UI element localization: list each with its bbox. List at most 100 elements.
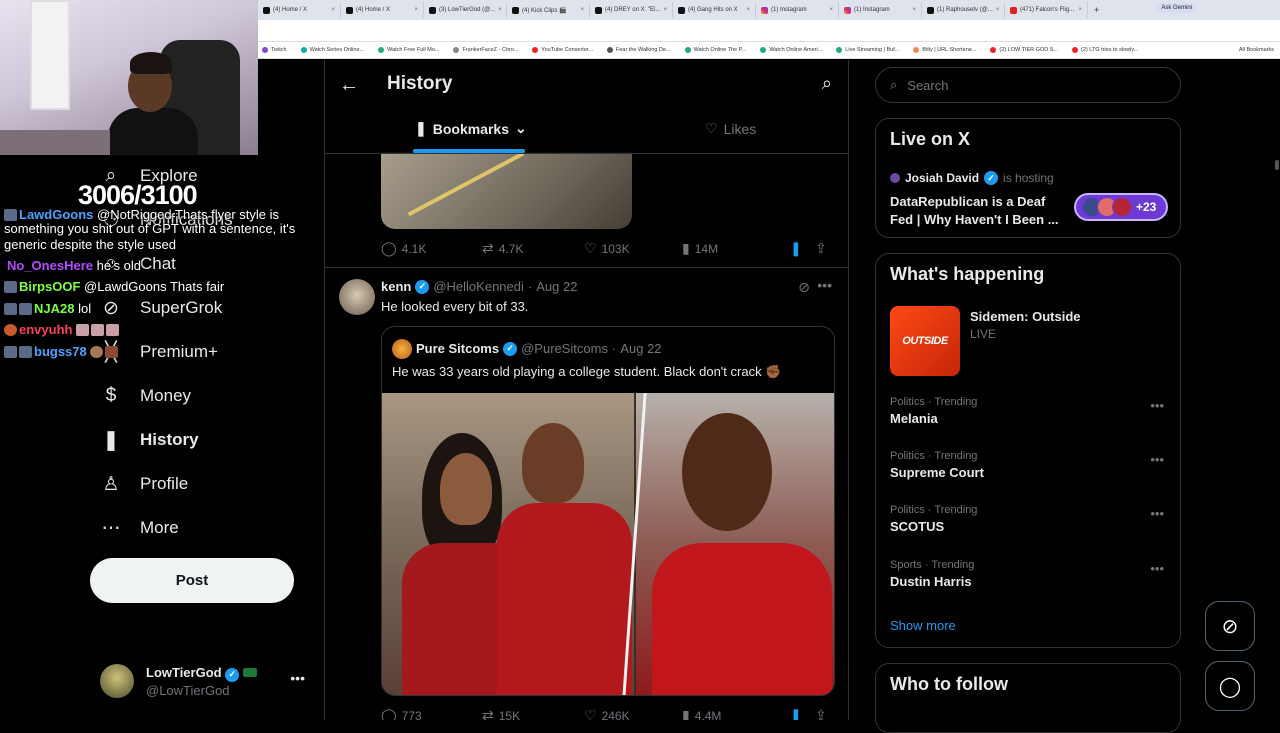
trend-item[interactable]: Politics · Trending Melania ••• — [890, 396, 1170, 426]
youtube-icon — [1010, 6, 1017, 14]
more-options-icon[interactable]: ••• — [290, 670, 305, 686]
browser-tab[interactable]: (4) Home / X × — [258, 2, 341, 18]
new-tab-button[interactable]: + — [1088, 5, 1105, 15]
like-button[interactable]: ♡ 246K — [584, 707, 682, 720]
close-tab-icon[interactable]: × — [414, 7, 418, 13]
bookmark-label: (2) LOW TIER GOD S... — [999, 47, 1058, 53]
trend-item[interactable]: Politics · Trending Supreme Court ••• — [890, 450, 1170, 480]
more-options-icon[interactable]: ••• — [1150, 398, 1164, 413]
avatar[interactable] — [339, 279, 375, 315]
bookmark-item[interactable]: Watch Series Online... — [300, 47, 364, 53]
quote-media-image[interactable] — [382, 393, 834, 695]
reply-button[interactable]: ◯ 4.1K — [381, 240, 482, 257]
sidebar-item-more[interactable]: ⋯ More — [100, 517, 179, 539]
address-bar[interactable] — [258, 20, 1280, 42]
close-tab-icon[interactable]: × — [996, 7, 1000, 13]
views-button[interactable]: ▮ 4.4M — [682, 707, 790, 720]
sidebar-item-profile[interactable]: ♙ Profile — [100, 473, 188, 495]
close-tab-icon[interactable]: × — [1078, 7, 1082, 13]
tab-bookmarks[interactable]: ❚ Bookmarks ⌄ — [415, 120, 527, 137]
bookmark-item[interactable]: Bitly | URL Shortene... — [913, 47, 976, 53]
event-name[interactable]: Sidemen: Outside — [970, 309, 1081, 324]
reply-count: 773 — [401, 708, 422, 721]
bookmark-item[interactable]: (2) LTG tries to slowly... — [1072, 47, 1138, 53]
views-button[interactable]: ▮ 14M — [682, 240, 790, 257]
browser-tab[interactable]: (3) LowTierGod (@... × — [424, 2, 507, 18]
browser-tab[interactable]: (1) Raphousetv (@... × — [922, 2, 1005, 18]
repost-button[interactable]: ⇄ 15K — [482, 707, 584, 720]
chat-text: generic despite the style used — [4, 237, 176, 252]
grok-icon[interactable]: ⊘ — [1205, 601, 1255, 651]
ask-gemini-button[interactable]: Ask Gemini — [1155, 3, 1198, 13]
grok-icon[interactable]: ⊘ — [798, 279, 810, 296]
bookmark-item[interactable]: Fear the Walking De... — [607, 47, 671, 53]
author-name[interactable]: kenn — [381, 279, 411, 294]
search-input[interactable]: ⌕ Search — [875, 67, 1181, 103]
search-icon[interactable]: ⌕ — [822, 73, 832, 94]
divider — [325, 267, 848, 268]
quoted-tweet[interactable]: Pure Sitcoms ✓ @PureSitcoms · Aug 22 He … — [381, 326, 835, 696]
show-more-link[interactable]: Show more — [890, 618, 956, 633]
post-button[interactable]: Post — [90, 558, 294, 603]
trend-category: Politics · Trending — [890, 504, 978, 516]
trend-item[interactable]: Politics · Trending SCOTUS ••• — [890, 504, 1170, 534]
chat-badge-icon — [19, 303, 32, 315]
sidebar-item-money[interactable]: $ Money — [100, 385, 191, 407]
more-options-icon[interactable]: ••• — [1150, 561, 1164, 576]
sidebar-item-history[interactable]: ❚ History — [100, 429, 199, 451]
x-icon — [678, 6, 685, 14]
browser-tab[interactable]: (1) Instagram × — [839, 2, 922, 18]
close-tab-icon[interactable]: × — [663, 7, 667, 13]
browser-tab[interactable]: (4) Gang Hits on X × — [673, 2, 756, 18]
tweet-date[interactable]: Aug 22 — [536, 279, 577, 294]
host-name[interactable]: Josiah David — [905, 171, 979, 185]
bookmark-item[interactable]: Live Streaming | Buf... — [836, 47, 899, 53]
previous-tweet-media[interactable] — [381, 152, 632, 229]
back-arrow-icon[interactable]: ← — [339, 74, 359, 97]
close-tab-icon[interactable]: × — [829, 7, 833, 13]
sidebar-item-supergrok[interactable]: ⊘ SuperGrok — [100, 297, 222, 319]
avatar — [890, 173, 900, 183]
messages-icon[interactable]: ◯ — [1205, 661, 1255, 711]
trend-item[interactable]: Sports · Trending Dustin Harris ••• — [890, 559, 1170, 589]
more-options-icon[interactable]: ••• — [1150, 452, 1164, 467]
browser-tab[interactable]: (1) Instagram × — [756, 2, 839, 18]
close-tab-icon[interactable]: × — [746, 7, 750, 13]
close-tab-icon[interactable]: × — [912, 7, 916, 13]
close-tab-icon[interactable]: × — [498, 7, 502, 13]
browser-tab[interactable]: (4) Kick Clips 🎬 × — [507, 2, 590, 18]
bookmark-button[interactable]: ❚ — [790, 240, 815, 257]
repost-button[interactable]: ⇄ 4.7K — [482, 240, 584, 257]
webcam-floor — [0, 130, 110, 155]
bookmarks-bar: Twitch Watch Series Online... Watch Free… — [258, 42, 1280, 59]
more-options-icon[interactable]: ••• — [1150, 506, 1164, 521]
close-tab-icon[interactable]: × — [331, 7, 335, 13]
share-button[interactable]: ⇪ — [815, 240, 827, 257]
bookmark-item[interactable]: Watch Online Ameri... — [760, 47, 822, 53]
bookmark-favicon-icon — [913, 47, 920, 53]
event-image[interactable]: OUTSIDE — [890, 306, 960, 376]
bookmark-item[interactable]: (2) LOW TIER GOD S... — [990, 47, 1058, 53]
browser-tab[interactable]: (471) Falcon's Flig... × — [1005, 2, 1088, 18]
author-handle[interactable]: @HelloKennedi — [433, 279, 524, 294]
space-title[interactable]: DataRepublican is a Deaf Fed | Why Haven… — [890, 193, 1070, 229]
close-tab-icon[interactable]: × — [580, 7, 584, 13]
account-switcher[interactable]: LowTierGod ✓ @LowTierGod ••• — [100, 662, 315, 702]
bookmark-button[interactable]: ❚ — [790, 707, 815, 720]
bookmark-item[interactable]: FrankerFaceZ - Chro... — [453, 47, 518, 53]
more-options-icon[interactable]: ••• — [817, 277, 832, 293]
all-bookmarks[interactable]: All Bookmarks — [1239, 47, 1274, 53]
scrollbar[interactable] — [1275, 160, 1279, 170]
reply-button[interactable]: ◯ 773 — [381, 707, 482, 720]
tab-likes[interactable]: ♡ Likes — [705, 120, 756, 137]
like-button[interactable]: ♡ 103K — [584, 240, 682, 257]
share-button[interactable]: ⇪ — [815, 707, 827, 720]
browser-tab[interactable]: (4) DREY on X: "El... × — [590, 2, 673, 18]
bookmark-item[interactable]: Twitch — [262, 47, 287, 53]
bookmark-item[interactable]: Watch Online The P... — [684, 47, 746, 53]
bookmark-item[interactable]: Watch Free Full Mo... — [378, 47, 439, 53]
listeners-pill[interactable]: +23 — [1074, 193, 1168, 221]
bookmark-item[interactable]: YouTube Converter... — [532, 47, 593, 53]
more-circle-icon: ⋯ — [101, 517, 121, 539]
browser-tab[interactable]: (4) Home / X × — [341, 2, 424, 18]
